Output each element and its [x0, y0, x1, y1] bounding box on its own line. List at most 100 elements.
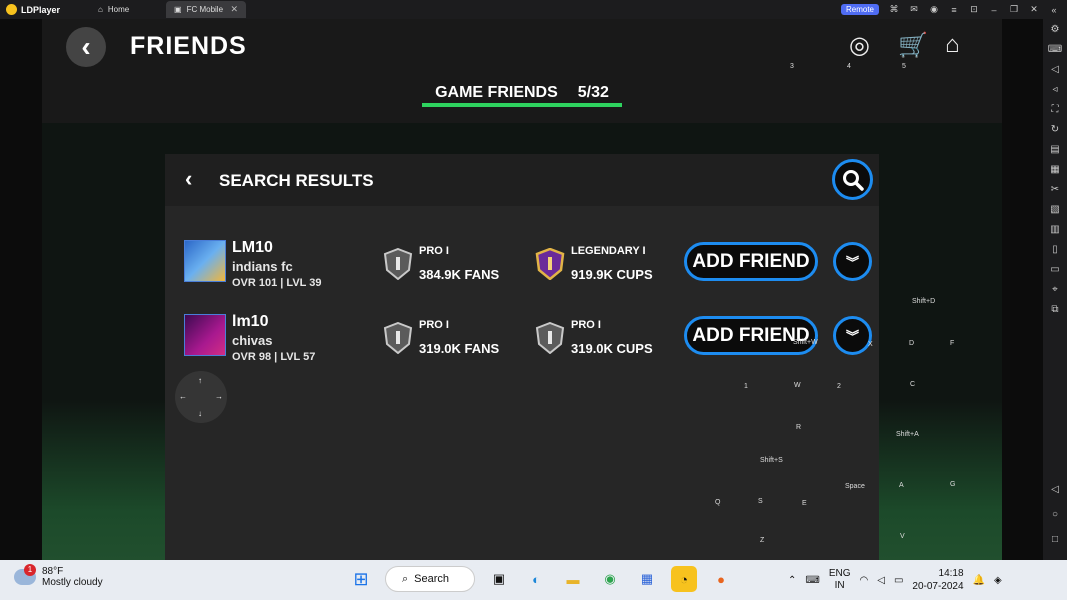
key-label: E — [802, 500, 807, 507]
wifi-icon[interactable]: ◠ — [860, 575, 869, 586]
apk-install-icon[interactable]: ▧ — [1050, 203, 1059, 216]
weather-widget[interactable]: 1 88°F Mostly cloudy — [14, 564, 103, 588]
record-icon[interactable]: ▦ — [1050, 163, 1059, 176]
player-stats: OVR 101 | LVL 39 — [232, 277, 322, 289]
search-label: Search — [414, 573, 450, 585]
region-code: IN — [834, 580, 845, 591]
microsoft-store-icon[interactable]: ▦ — [634, 566, 660, 592]
pro-shield-icon — [383, 322, 413, 354]
file-explorer-icon[interactable]: ▬ — [560, 566, 586, 592]
speaker-icon[interactable]: ◁ — [877, 575, 885, 586]
left-letterbox — [0, 19, 42, 560]
tab-home[interactable]: ⌂ Home — [90, 1, 166, 18]
back-button[interactable]: ‹ — [66, 27, 106, 67]
key-label: 2 — [837, 383, 841, 390]
arrow-up-icon: ↑ — [198, 376, 202, 385]
rotate-icon[interactable]: ↻ — [1051, 123, 1059, 136]
gamepad-icon[interactable]: ⌘ — [889, 4, 899, 15]
search-result-row: LM10 indians fc OVR 101 | LVL 39 PRO I 3… — [165, 226, 879, 298]
division-label: PRO I — [419, 319, 449, 331]
folder-icon[interactable]: ▭ — [1050, 263, 1059, 276]
firefox-icon[interactable]: ● — [708, 566, 734, 592]
window-mode-icon[interactable]: ⊡ — [969, 4, 979, 15]
more-options-button[interactable]: ︾ — [833, 316, 872, 355]
chevron-down-icon: ︾ — [845, 329, 859, 344]
key-label: 5 — [902, 63, 906, 70]
copilot-icon[interactable]: ◈ — [994, 575, 1002, 586]
edge-icon[interactable]: ◐ — [523, 566, 549, 592]
chevron-up-icon[interactable]: ⌃ — [788, 575, 796, 586]
player-avatar — [184, 240, 226, 282]
volume-down-icon[interactable]: ◃ — [1052, 83, 1057, 96]
home-icon: ⌂ — [98, 5, 103, 14]
close-tab-icon[interactable]: ✕ — [230, 4, 238, 15]
mail-icon[interactable]: ✉ — [909, 4, 919, 15]
keyboard-icon[interactable]: ⌨ — [805, 575, 819, 586]
remote-button[interactable]: Remote — [840, 4, 879, 15]
pro-shield-icon — [383, 248, 413, 280]
keyboard-icon[interactable]: ⌨ — [1048, 43, 1062, 56]
chevron-down-icon: ︾ — [845, 255, 859, 270]
taskbar-search[interactable]: ⌕ Search — [385, 566, 475, 592]
add-friend-button[interactable]: ADD FRIEND — [684, 242, 818, 281]
legendary-shield-icon — [535, 248, 565, 280]
store-cart-icon[interactable]: 🛒 — [898, 31, 928, 60]
ldplayer-logo-icon — [6, 4, 17, 15]
clock-date: 20-07-2024 — [912, 581, 964, 592]
temperature: 88°F — [42, 566, 64, 577]
page-title: FRIENDS — [130, 32, 247, 60]
player-name: lm10 — [232, 313, 269, 330]
multi-instance-icon[interactable]: ⧉ — [1051, 303, 1058, 316]
back-nav-icon[interactable]: ◁ — [1051, 483, 1059, 496]
battery-icon[interactable]: ▭ — [894, 575, 903, 586]
key-label: 3 — [790, 63, 794, 70]
cup-rank-label: LEGENDARY I — [571, 245, 646, 257]
key-label: W — [794, 382, 801, 389]
more-options-button[interactable]: ︾ — [833, 242, 872, 281]
task-view-icon[interactable]: ▣ — [486, 566, 512, 592]
virtual-joystick[interactable]: ↑ ↓ ← → — [175, 371, 227, 423]
scissors-icon[interactable]: ✂ — [1051, 183, 1059, 196]
maximize-icon[interactable]: ❐ — [1009, 4, 1019, 15]
key-label: Space — [845, 483, 865, 490]
friend-count: 5/32 — [577, 84, 609, 101]
key-label: F — [950, 340, 955, 347]
system-tray: ⌃ ⌨ ENG IN ◠ ◁ ▭ 14:18 20-07-2024 🔔 ◈ — [788, 567, 1002, 593]
game-screen: ‹ FRIENDS ◎ 🛒 ⌂ 3 4 5 GAME FRIENDS 5/32 … — [0, 19, 1043, 560]
key-label: Shift+A — [896, 431, 919, 438]
volume-up-icon[interactable]: ◁ — [1051, 63, 1059, 76]
key-label: Shift+W — [793, 339, 818, 346]
chrome-icon[interactable]: ◉ — [597, 566, 623, 592]
location-icon[interactable]: ⌖ — [1052, 283, 1058, 296]
add-friend-button[interactable]: ADD FRIEND — [684, 316, 818, 355]
key-label: X — [868, 341, 873, 348]
recents-nav-icon[interactable]: □ — [1052, 533, 1058, 546]
ldplayer-brand: LDPlayer — [0, 4, 90, 15]
objectives-icon[interactable]: ◎ — [849, 31, 870, 60]
settings-icon[interactable]: ⚙ — [1051, 23, 1060, 36]
tab-fc-mobile[interactable]: ▣ FC Mobile ✕ — [166, 1, 246, 18]
account-icon[interactable]: ◉ — [929, 4, 939, 15]
menu-icon[interactable]: ≡ — [949, 5, 959, 15]
home-nav-icon[interactable]: ○ — [1052, 508, 1058, 521]
close-icon[interactable]: ✕ — [1029, 4, 1039, 15]
key-label: Q — [715, 499, 721, 506]
shake-icon[interactable]: ▯ — [1052, 243, 1058, 256]
clock[interactable]: 14:18 20-07-2024 — [912, 567, 963, 593]
windows-taskbar: 1 88°F Mostly cloudy ⊞ ⌕ Search ▣ ◐ ▬ ◉ … — [0, 560, 1067, 600]
start-button[interactable]: ⊞ — [348, 566, 374, 592]
panel-back-button[interactable]: ‹ — [185, 166, 192, 192]
language-indicator[interactable]: ENG IN — [829, 568, 851, 592]
collapse-sidebar-icon[interactable]: « — [1049, 5, 1059, 15]
home-icon[interactable]: ⌂ — [945, 31, 960, 59]
ldplayer-taskbar-icon[interactable]: ◔ — [671, 566, 697, 592]
minimize-icon[interactable]: – — [989, 5, 999, 15]
operation-record-icon[interactable]: ▥ — [1050, 223, 1059, 236]
notification-bell-icon[interactable]: 🔔 — [973, 575, 985, 586]
search-icon: ⌕ — [402, 572, 409, 585]
search-button[interactable] — [832, 159, 873, 200]
screenshot-icon[interactable]: ▤ — [1050, 143, 1059, 156]
fc-mobile-tab-icon: ▣ — [174, 5, 182, 14]
key-label: S — [758, 498, 763, 505]
fullscreen-icon[interactable]: ⛶ — [1052, 103, 1059, 116]
